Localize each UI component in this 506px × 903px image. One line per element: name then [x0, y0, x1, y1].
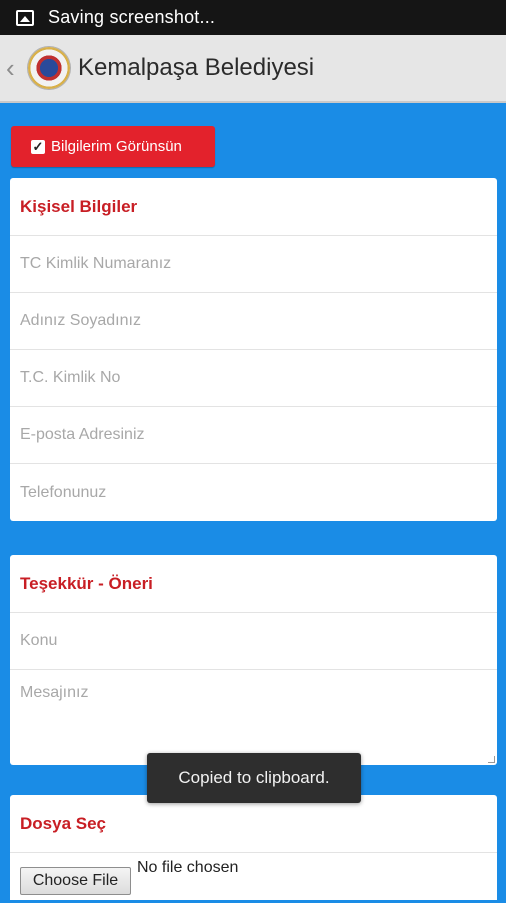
subject-field[interactable]: Konu — [10, 613, 497, 670]
file-title: Dosya Seç — [10, 795, 497, 853]
file-card: Dosya Seç Choose File No file chosen — [10, 795, 497, 900]
status-text: Saving screenshot... — [48, 7, 216, 27]
app-title: Kemalpaşa Belediyesi — [78, 54, 315, 81]
email-field[interactable]: E-posta Adresiniz — [10, 407, 497, 464]
file-status: No file chosen — [137, 859, 239, 876]
feedback-card: Teşekkür - Öneri Konu Mesajınız — [10, 555, 497, 765]
tc-number-field[interactable]: TC Kimlik Numaranız — [10, 236, 497, 293]
file-input-row: Choose File No file chosen — [10, 853, 497, 903]
resize-handle-icon[interactable] — [488, 756, 495, 763]
choose-file-button[interactable]: Choose File — [20, 867, 131, 895]
show-my-info-button[interactable]: ✓ Bilgilerim Görünsün — [11, 126, 215, 167]
municipality-logo[interactable] — [28, 47, 70, 89]
personal-info-title: Kişisel Bilgiler — [10, 178, 497, 236]
full-name-field[interactable]: Adınız Soyadınız — [10, 293, 497, 350]
show-info-label: Bilgilerim Görünsün — [51, 138, 182, 155]
tc-id-field[interactable]: T.C. Kimlik No — [10, 350, 497, 407]
status-bar: Saving screenshot... — [0, 0, 506, 35]
chevron-left-icon[interactable]: ‹ — [6, 53, 22, 84]
message-textarea[interactable]: Mesajınız — [10, 670, 497, 765]
phone-field[interactable]: Telefonunuz — [10, 464, 497, 521]
image-icon — [16, 9, 34, 26]
show-info-checkbox[interactable]: ✓ — [31, 139, 45, 154]
message-placeholder: Mesajınız — [20, 684, 89, 701]
personal-info-card: Kişisel Bilgiler TC Kimlik Numaranız Adı… — [10, 178, 497, 521]
toast-message: Copied to clipboard. — [147, 753, 361, 803]
feedback-title: Teşekkür - Öneri — [10, 555, 497, 613]
action-bar: ‹ Kemalpaşa Belediyesi — [0, 35, 506, 103]
